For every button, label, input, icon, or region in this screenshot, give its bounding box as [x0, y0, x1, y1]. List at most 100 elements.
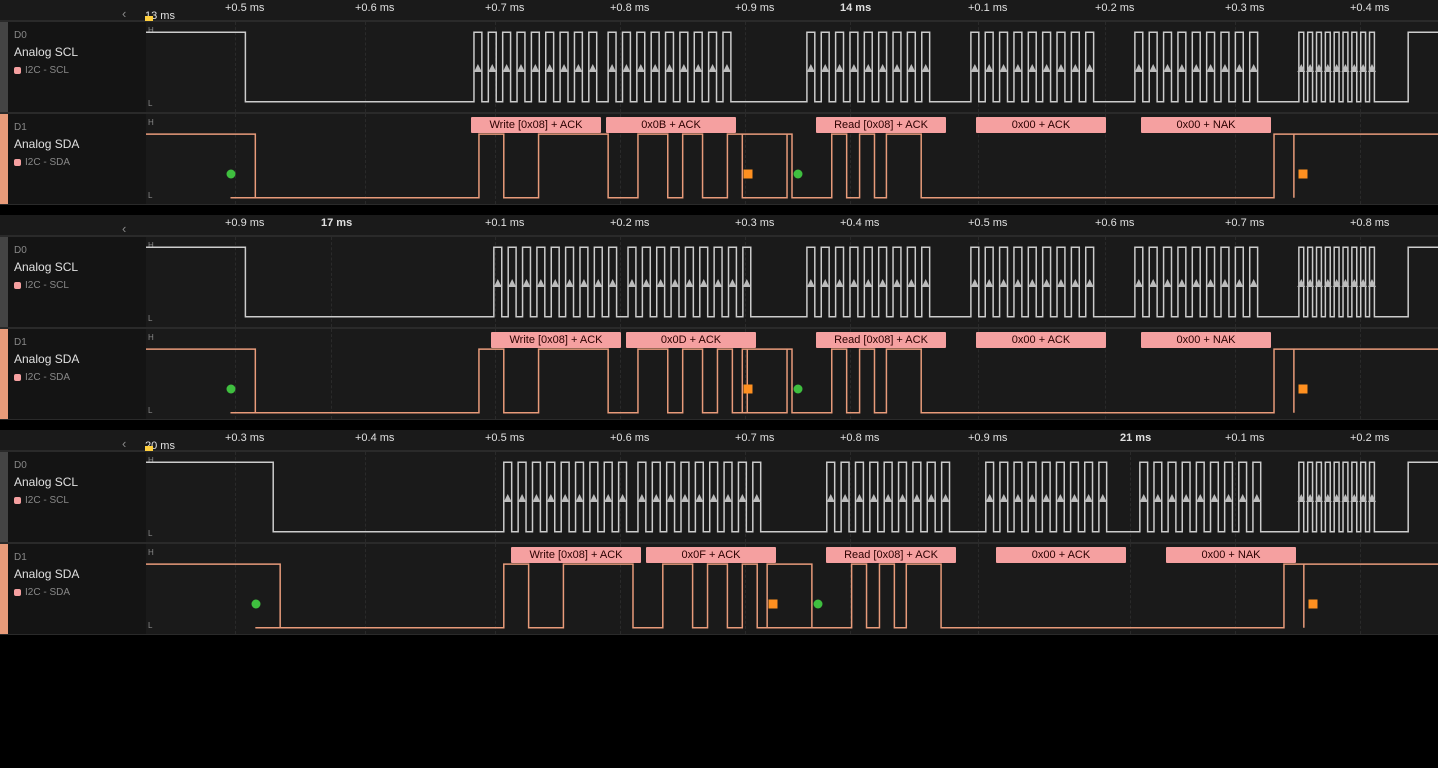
decode-annotation[interactable]: 0x00 + NAK: [1141, 117, 1271, 133]
channel-label[interactable]: D0 Analog SCL I2C - SCL: [8, 452, 146, 542]
channel-protocol-text: I2C - SCL: [25, 495, 69, 506]
time-tick: +0.1 ms: [485, 217, 524, 229]
decode-annotation[interactable]: 0x00 + NAK: [1141, 332, 1271, 348]
time-tick: +0.8 ms: [610, 2, 649, 14]
decode-annotation[interactable]: 0x0F + ACK: [646, 547, 776, 563]
time-tick: +0.6 ms: [1095, 217, 1134, 229]
channel-name: Analog SCL: [14, 475, 142, 489]
waveform-svg: [146, 452, 1438, 542]
protocol-dot-icon: [14, 374, 21, 381]
time-ruler[interactable]: ‹13 ms14 ms+0.5 ms+0.6 ms+0.7 ms+0.8 ms+…: [0, 0, 1438, 21]
waveform-area[interactable]: HLWrite [0x08] + ACK0x0B + ACKRead [0x08…: [146, 114, 1438, 204]
time-tick: +0.7 ms: [735, 432, 774, 444]
channel-name: Analog SDA: [14, 352, 142, 366]
start-marker-icon: [252, 600, 261, 609]
channel-name: Analog SDA: [14, 137, 142, 151]
time-tick: +0.3 ms: [1225, 2, 1264, 14]
chevron-left-icon[interactable]: ‹: [122, 221, 126, 236]
channel-id: D0: [14, 30, 142, 41]
time-tick-major: 21 ms: [1120, 432, 1151, 444]
time-tick: +0.4 ms: [840, 217, 879, 229]
channel-protocol: I2C - SCL: [14, 280, 142, 291]
decode-annotation[interactable]: 0x0D + ACK: [626, 332, 756, 348]
channel-color-bar: [0, 544, 8, 634]
channel-row: D1 Analog SDA I2C - SDAHLWrite [0x08] + …: [0, 328, 1438, 420]
time-tick-major: 14 ms: [840, 2, 871, 14]
channel-protocol: I2C - SCL: [14, 495, 142, 506]
channel-label[interactable]: D1 Analog SDA I2C - SDA: [8, 544, 146, 634]
stop-marker-icon: [1299, 170, 1308, 179]
channel-id: D1: [14, 552, 142, 563]
time-tick: +0.7 ms: [1225, 217, 1264, 229]
waveform-area[interactable]: HLWrite [0x08] + ACK0x0D + ACKRead [0x08…: [146, 329, 1438, 419]
time-tick: +0.8 ms: [840, 432, 879, 444]
decode-annotation[interactable]: 0x00 + ACK: [976, 117, 1106, 133]
decode-annotation[interactable]: 0x00 + NAK: [1166, 547, 1296, 563]
capture-strip: ‹13 ms14 ms+0.5 ms+0.6 ms+0.7 ms+0.8 ms+…: [0, 0, 1438, 205]
time-tick: +0.4 ms: [1350, 2, 1389, 14]
decode-annotation[interactable]: Write [0x08] + ACK: [491, 332, 621, 348]
protocol-dot-icon: [14, 497, 21, 504]
channel-row: D0 Analog SCL I2C - SCLHL: [0, 21, 1438, 113]
channel-label[interactable]: D0 Analog SCL I2C - SCL: [8, 22, 146, 112]
time-tick: +0.3 ms: [225, 432, 264, 444]
chevron-left-icon[interactable]: ‹: [122, 6, 126, 21]
time-tick: +0.1 ms: [1225, 432, 1264, 444]
waveform-area[interactable]: HL: [146, 237, 1438, 327]
channel-protocol-text: I2C - SDA: [25, 587, 70, 598]
time-tick: +0.7 ms: [485, 2, 524, 14]
decode-annotation[interactable]: 0x0B + ACK: [606, 117, 736, 133]
time-tick: +0.8 ms: [1350, 217, 1389, 229]
channel-color-bar: [0, 22, 8, 112]
decode-annotation[interactable]: 0x00 + ACK: [996, 547, 1126, 563]
waveform-area[interactable]: HL: [146, 22, 1438, 112]
time-tick: +0.6 ms: [610, 432, 649, 444]
time-tick: +0.6 ms: [355, 2, 394, 14]
time-tick: +0.2 ms: [1095, 2, 1134, 14]
waveform-svg: [146, 22, 1438, 112]
decode-annotation[interactable]: Write [0x08] + ACK: [471, 117, 601, 133]
waveform-area[interactable]: HL: [146, 452, 1438, 542]
time-tick: +0.9 ms: [225, 217, 264, 229]
time-tick: +0.5 ms: [968, 217, 1007, 229]
protocol-dot-icon: [14, 67, 21, 74]
time-tick-major: 17 ms: [321, 217, 352, 229]
capture-strip: ‹17 ms+0.9 ms+0.1 ms+0.2 ms+0.3 ms+0.4 m…: [0, 215, 1438, 420]
time-tick: +0.9 ms: [968, 432, 1007, 444]
decode-annotation[interactable]: Read [0x08] + ACK: [816, 117, 946, 133]
time-ruler[interactable]: ‹20 ms21 ms+0.3 ms+0.4 ms+0.5 ms+0.6 ms+…: [0, 430, 1438, 451]
channel-id: D1: [14, 337, 142, 348]
decode-annotation[interactable]: 0x00 + ACK: [976, 332, 1106, 348]
channel-color-bar: [0, 237, 8, 327]
time-tick: +0.5 ms: [485, 432, 524, 444]
channel-label[interactable]: D1 Analog SDA I2C - SDA: [8, 329, 146, 419]
start-marker-icon: [794, 170, 803, 179]
channel-name: Analog SCL: [14, 260, 142, 274]
start-marker-icon: [227, 385, 236, 394]
stop-marker-icon: [744, 170, 753, 179]
capture-strip: ‹20 ms21 ms+0.3 ms+0.4 ms+0.5 ms+0.6 ms+…: [0, 430, 1438, 635]
time-tick: +0.2 ms: [1350, 432, 1389, 444]
channel-label[interactable]: D1 Analog SDA I2C - SDA: [8, 114, 146, 204]
channel-protocol: I2C - SDA: [14, 587, 142, 598]
decode-annotation[interactable]: Read [0x08] + ACK: [826, 547, 956, 563]
time-ruler[interactable]: ‹17 ms+0.9 ms+0.1 ms+0.2 ms+0.3 ms+0.4 m…: [0, 215, 1438, 236]
decode-annotation[interactable]: Write [0x08] + ACK: [511, 547, 641, 563]
channel-name: Analog SDA: [14, 567, 142, 581]
channel-name: Analog SCL: [14, 45, 142, 59]
channel-label[interactable]: D0 Analog SCL I2C - SCL: [8, 237, 146, 327]
channel-protocol: I2C - SCL: [14, 65, 142, 76]
channel-protocol-text: I2C - SCL: [25, 280, 69, 291]
start-marker-icon: [814, 600, 823, 609]
time-tick: +0.4 ms: [355, 432, 394, 444]
stop-marker-icon: [769, 600, 778, 609]
channel-id: D0: [14, 245, 142, 256]
channel-color-bar: [0, 329, 8, 419]
chevron-left-icon[interactable]: ‹: [122, 436, 126, 451]
start-marker-icon: [227, 170, 236, 179]
channel-protocol: I2C - SDA: [14, 372, 142, 383]
channel-color-bar: [0, 452, 8, 542]
waveform-area[interactable]: HLWrite [0x08] + ACK0x0F + ACKRead [0x08…: [146, 544, 1438, 634]
channel-protocol-text: I2C - SCL: [25, 65, 69, 76]
decode-annotation[interactable]: Read [0x08] + ACK: [816, 332, 946, 348]
